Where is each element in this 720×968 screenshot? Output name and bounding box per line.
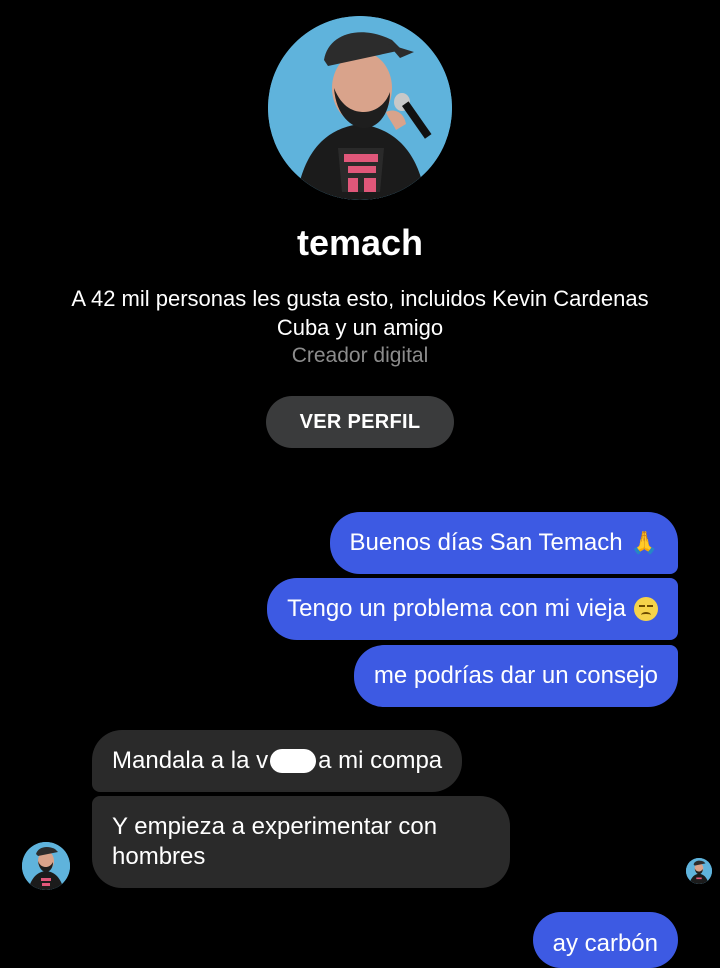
person-with-microphone-icon xyxy=(268,16,452,200)
sender-avatar[interactable] xyxy=(22,842,70,890)
read-receipt-avatar xyxy=(686,858,712,884)
incoming-message[interactable]: Mandala a la v a mi compa xyxy=(92,730,463,792)
disappointed-face-icon xyxy=(634,597,658,621)
outgoing-message[interactable]: ay carbón xyxy=(532,912,678,968)
profile-category: Creador digital xyxy=(291,344,429,367)
outgoing-message[interactable]: me podrías dar un consejo xyxy=(353,645,678,707)
outgoing-message[interactable]: Tengo un problema con mi vieja xyxy=(267,578,678,640)
message-text: Tengo un problema con mi vieja xyxy=(287,595,626,622)
message-text: me podrías dar un consejo xyxy=(373,662,658,689)
message-text: ay carbón xyxy=(552,930,658,957)
message-text: Y empieza a experimentar con hombres xyxy=(112,813,438,870)
profile-likes-text: A 42 mil personas les gusta esto, inclui… xyxy=(71,286,649,340)
view-profile-button[interactable]: VER PERFIL xyxy=(266,396,454,448)
outgoing-message[interactable]: Buenos días San Temach 🙏 xyxy=(329,512,678,574)
message-text: Buenos días San Temach xyxy=(349,529,623,556)
person-with-microphone-icon xyxy=(22,842,70,890)
incoming-message[interactable]: Y empieza a experimentar con hombres xyxy=(92,796,510,888)
message-text-end: a mi compa xyxy=(318,747,443,774)
profile-avatar[interactable] xyxy=(268,16,452,200)
message-text-start: Mandala a la v xyxy=(112,747,269,774)
person-with-microphone-icon xyxy=(686,858,712,884)
folded-hands-icon: 🙏 xyxy=(630,530,658,555)
profile-name: temach xyxy=(296,222,424,263)
censor-blot xyxy=(270,749,317,773)
